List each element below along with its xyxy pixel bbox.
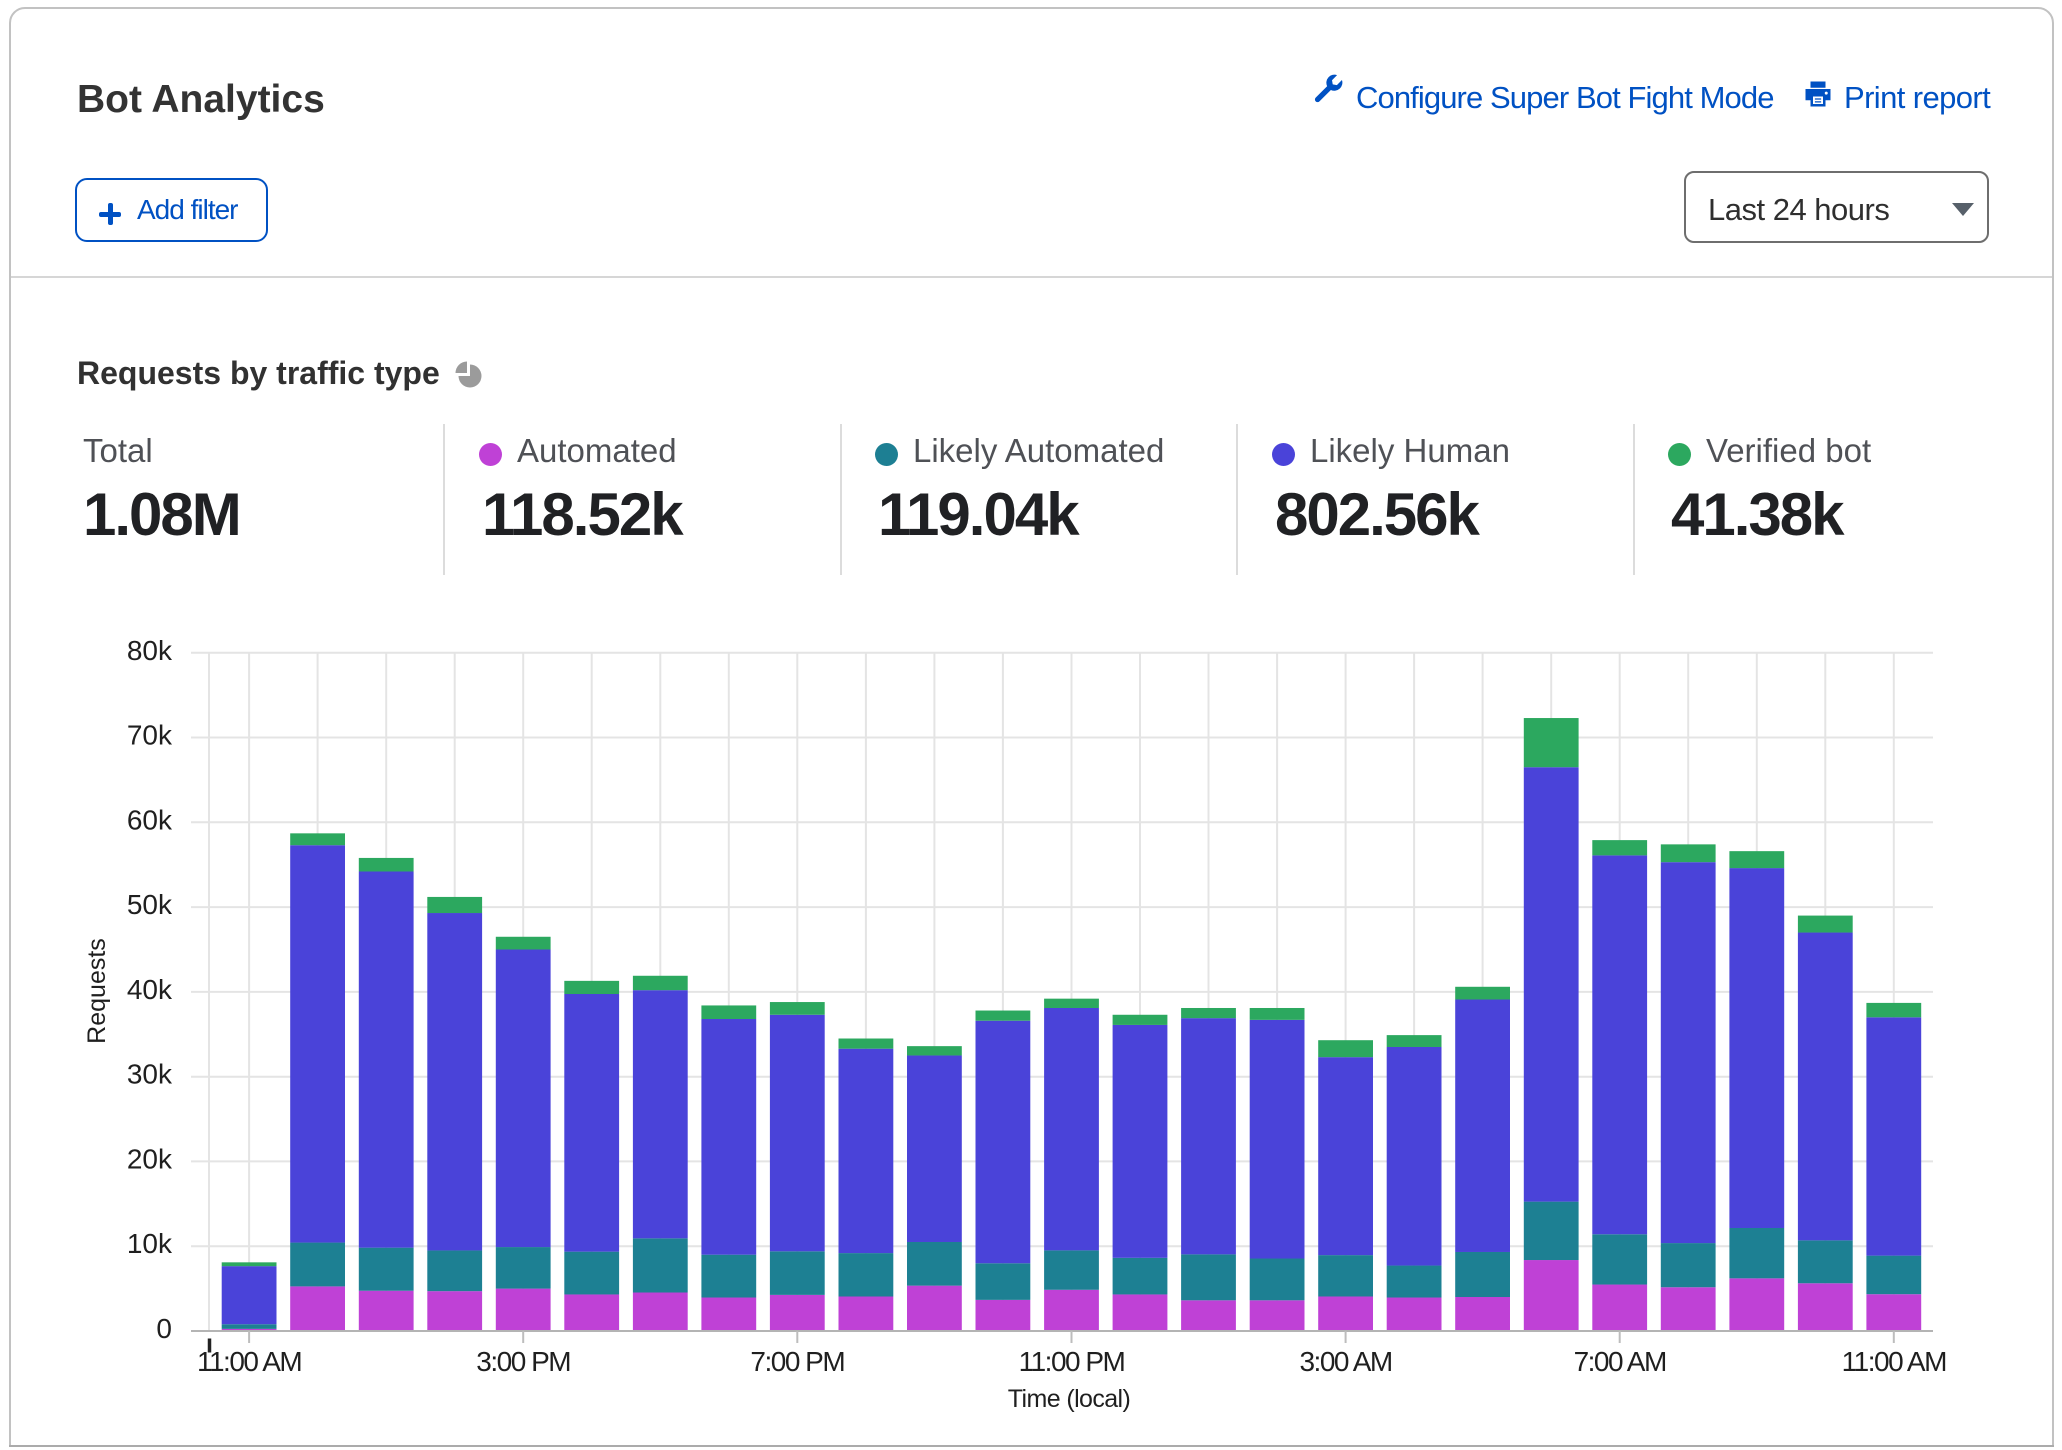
svg-text:60k: 60k [127,804,173,835]
svg-text:30k: 30k [127,1059,173,1090]
svg-text:7:00 PM: 7:00 PM [750,1346,844,1377]
svg-text:80k: 80k [127,635,173,666]
svg-text:Requests: Requests [83,938,111,1044]
svg-text:20k: 20k [127,1143,173,1174]
svg-text:Time (local): Time (local) [1008,1385,1130,1413]
svg-text:3:00 AM: 3:00 AM [1299,1346,1391,1377]
svg-text:11:00 PM: 11:00 PM [1019,1346,1125,1377]
svg-text:10k: 10k [127,1228,173,1259]
svg-text:70k: 70k [127,720,173,751]
svg-text:40k: 40k [127,974,173,1005]
svg-text:11:00 AM: 11:00 AM [197,1346,301,1377]
svg-text:11:00 AM: 11:00 AM [1842,1346,1946,1377]
svg-text:3:00 PM: 3:00 PM [476,1346,570,1377]
svg-text:0: 0 [156,1313,172,1344]
svg-text:50k: 50k [127,889,173,920]
svg-text:7:00 AM: 7:00 AM [1574,1346,1666,1377]
